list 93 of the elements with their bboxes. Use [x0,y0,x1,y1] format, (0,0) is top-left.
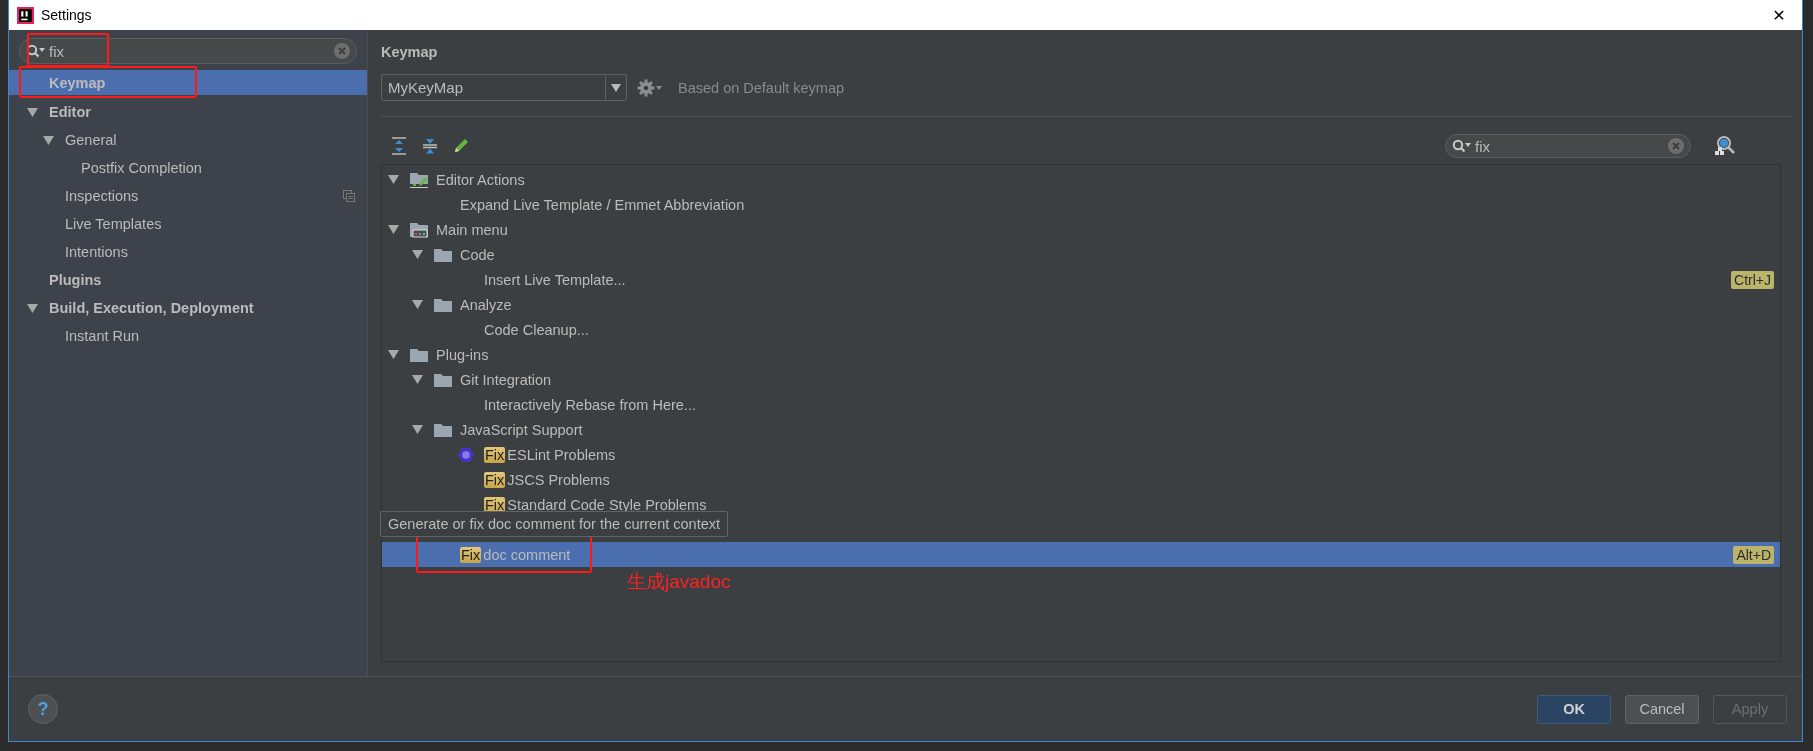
tree-row[interactable]: Fix ESLint Problems [382,442,1780,467]
folder-icon [434,247,452,262]
window-title: Settings [41,7,92,23]
search-icon [26,44,46,58]
tree-row[interactable]: Git Integration [382,367,1780,392]
sidebar-item[interactable]: Plugins [9,266,367,294]
tooltip: Generate or fix doc comment for the current context [380,511,729,537]
expand-arrow-icon[interactable] [388,174,399,185]
sidebar-item[interactable]: Editor [9,98,367,126]
action-label: Plug-ins [436,346,489,363]
shortcut-badge: Alt+D [1733,545,1774,564]
tree-row[interactable]: Editor Actions [382,167,1780,192]
close-button[interactable]: ✕ [1756,0,1802,30]
tree-row[interactable]: Code Cleanup... [382,317,1780,342]
find-shortcut-icon[interactable] [1714,135,1736,157]
hexagon-icon [458,446,474,463]
folder-pencil-icon [410,171,428,188]
app-icon [17,6,34,24]
sidebar-item[interactable]: Instant Run [9,322,367,350]
expand-arrow-icon[interactable] [27,302,38,314]
folder-icon [410,347,428,362]
sidebar-item[interactable]: Inspections [9,182,367,210]
expand-arrow-icon[interactable] [412,374,423,385]
folder-icon [434,297,452,312]
tree-row[interactable]: Plug-ins [382,342,1780,367]
folder-icon [434,422,452,437]
action-label: Git Integration [460,371,552,388]
tree-row[interactable]: Analyze [382,292,1780,317]
action-label: Editor Actions [436,171,525,188]
action-label: Expand Live Template / Emmet Abbreviation [460,196,745,213]
sidebar-item[interactable]: Postfix Completion [9,154,367,182]
action-label: Standard Code Style Problems [507,496,707,513]
expand-arrow-icon[interactable] [388,224,399,235]
expand-arrow-icon[interactable] [27,106,38,118]
tree-row[interactable]: Code [382,242,1780,267]
tree-row[interactable]: Insert Live Template... Ctrl+J [382,267,1780,292]
help-button[interactable]: ? [28,694,58,724]
tree-row[interactable]: Main menu [382,217,1780,242]
tree-row[interactable]: Fix JSCS Problems [382,467,1780,492]
expand-arrow-icon[interactable] [388,349,399,360]
item-label: Intentions [65,244,128,260]
expand-arrow-icon[interactable] [412,424,423,435]
sidebar-item[interactable]: Intentions [9,238,367,266]
search-match: Fix [484,471,506,488]
expand-all-icon[interactable] [390,137,408,155]
folder-icon [434,372,452,387]
sidebar-item[interactable]: Live Templates [9,210,367,238]
tree-row[interactable]: JavaScript Support [382,417,1780,442]
keymap-dropdown[interactable]: MyKeyMap [381,74,627,101]
dialog-button[interactable]: Cancel [1625,694,1699,724]
item-label: Live Templates [65,216,162,232]
search-field[interactable]: fix [19,38,357,64]
item-label: Editor [49,104,91,120]
tree-row[interactable]: Fix doc comment Alt+D [382,542,1780,567]
item-label: Build, Execution, Deployment [49,300,254,316]
item-label: General [65,132,117,148]
action-label: Interactively Rebase from Here... [484,396,696,413]
item-label: Instant Run [65,328,140,344]
search-icon [1452,139,1472,153]
action-label: JSCS Problems [507,471,610,488]
action-label: Insert Live Template... [484,271,626,288]
item-label: Plugins [49,272,102,288]
search-value: fix [49,42,64,60]
sidebar-item[interactable]: Build, Execution, Deployment [9,294,367,322]
expand-arrow-icon[interactable] [43,134,54,146]
action-label: Analyze [460,296,512,313]
action-label: Main menu [436,221,508,238]
tree-row[interactable]: Expand Live Template / Emmet Abbreviation [382,192,1780,217]
tree-row[interactable]: Interactively Rebase from Here... [382,392,1780,417]
based-on-text: Based on Default keymap [678,79,845,96]
action-label: ESLint Problems [507,446,616,463]
action-label: doc comment [483,546,571,563]
item-label: Keymap [49,74,106,91]
expand-arrow-icon[interactable] [412,249,423,260]
panel-title: Keymap [381,44,439,60]
sidebar-item[interactable]: General [9,126,367,154]
shortcut-badge: Ctrl+J [1731,270,1774,289]
search-match: Fix [484,496,506,513]
folder-menu-icon [410,221,428,238]
item-label: Postfix Completion [81,160,202,176]
collapse-all-icon[interactable] [421,137,439,155]
action-label: JavaScript Support [460,421,583,438]
gear-icon[interactable] [637,78,663,97]
action-label: Code [460,246,495,263]
search-match: Fix [484,446,506,463]
search-match: Fix [460,546,482,563]
annotation-note: 生成javadoc [627,570,731,594]
search-field[interactable]: fix [1445,134,1691,158]
item-label: Inspections [65,188,139,204]
action-label: Code Cleanup... [484,321,589,338]
dialog-button[interactable]: OK [1537,694,1611,724]
pencil-icon[interactable] [452,137,470,155]
expand-arrow-icon[interactable] [412,299,423,310]
